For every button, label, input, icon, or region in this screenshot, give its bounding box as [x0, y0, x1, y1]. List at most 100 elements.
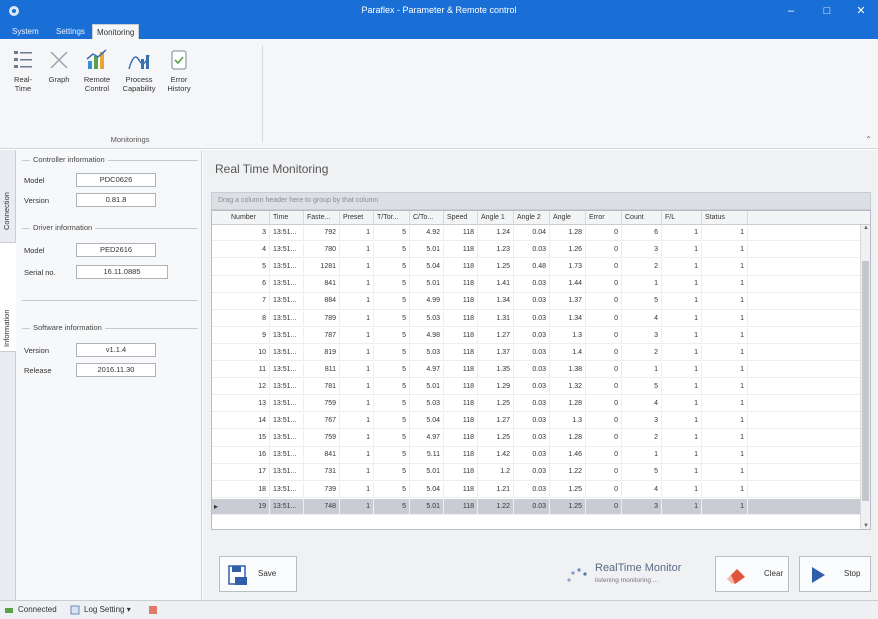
table-cell: 0.03: [514, 447, 550, 464]
tab-monitoring[interactable]: Monitoring: [92, 24, 140, 39]
table-cell: 13:51...: [270, 498, 304, 515]
minimize-button[interactable]: –: [774, 0, 808, 22]
table-cell: 19: [228, 498, 270, 515]
realtime-monitor-status: RealTime Monitor listening monitoring ..…: [563, 562, 723, 592]
tab-system[interactable]: System: [8, 24, 43, 39]
column-header[interactable]: Angle 2: [514, 211, 550, 225]
column-header[interactable]: Speed: [444, 211, 478, 225]
table-row[interactable]: 11 13:51... 811 1 5 4.97 118 1.35 0.03 1.38 0 1 1 1: [212, 361, 862, 379]
column-header[interactable]: Faste...: [304, 211, 340, 225]
software-info-group: Software information Version v1.1.4 Rele…: [22, 323, 198, 388]
side-tab-strip: Connection Information: [0, 150, 16, 600]
table-row[interactable]: 12 13:51... 781 1 5 5.01 118 1.29 0.03 1.32 0 5 1 1: [212, 378, 862, 396]
eraser-icon: [727, 569, 745, 584]
table-cell: 1: [340, 344, 374, 361]
column-header[interactable]: Error: [586, 211, 622, 225]
table-cell: 1: [340, 276, 374, 293]
column-header[interactable]: Count: [622, 211, 662, 225]
page-title: Real Time Monitoring: [215, 162, 329, 176]
table-cell: 0.03: [514, 242, 550, 259]
clear-button[interactable]: Clear: [715, 556, 789, 592]
table-cell: 1: [662, 310, 702, 327]
table-cell: 1: [662, 327, 702, 344]
realtime-label: Real-Time: [14, 75, 32, 93]
ribbon-collapse-icon[interactable]: ⌃: [865, 135, 872, 144]
table-cell: 0: [586, 293, 622, 310]
group-by-bar[interactable]: Drag a column header here to group by th…: [211, 192, 871, 210]
table-cell: 1: [662, 396, 702, 412]
process-capability-button[interactable]: Process Capability: [118, 47, 160, 93]
table-row[interactable]: 17 13:51... 731 1 5 5.01 118 1.2 0.03 1.22 0 5 1 1: [212, 464, 862, 481]
process-capability-icon: [128, 54, 150, 70]
save-button[interactable]: Save: [219, 556, 297, 592]
column-header[interactable]: Status: [702, 211, 748, 225]
table-row[interactable]: 5 13:51... 1281 1 5 5.04 118 1.25 0.48 1.73 0 2 1 1: [212, 259, 862, 276]
table-row[interactable]: 3 13:51... 792 1 5 4.92 118 1.24 0.04 1.28 0 6 1 1: [212, 225, 862, 242]
table-cell: 1: [702, 327, 748, 344]
graph-button[interactable]: Graph: [42, 47, 76, 84]
table-cell: 1: [702, 259, 748, 276]
table-cell: 841: [304, 276, 340, 293]
table-cell: 1.34: [478, 293, 514, 310]
table-cell: 13:51...: [270, 259, 304, 276]
column-header[interactable]: C/To...: [410, 211, 444, 225]
grid-vertical-scrollbar[interactable]: ▲ ▼: [860, 225, 870, 529]
table-row[interactable]: 6 13:51... 841 1 5 5.01 118 1.41 0.03 1.44 0 1 1 1: [212, 276, 862, 293]
table-row[interactable]: 7 13:51... 884 1 5 4.99 118 1.34 0.03 1.37 0 5 1 1: [212, 293, 862, 310]
table-row[interactable]: 8 13:51... 789 1 5 5.03 118 1.31 0.03 1.34 0 4 1 1: [212, 310, 862, 327]
table-cell: 1.73: [550, 259, 586, 276]
table-row[interactable]: 16 13:51... 841 1 5 5.11 118 1.42 0.03 1.46 0 1 1 1: [212, 447, 862, 464]
tab-information[interactable]: Information: [0, 242, 16, 352]
stop-label: Stop: [844, 569, 861, 578]
clear-label: Clear: [764, 569, 784, 578]
table-row[interactable]: 10 13:51... 819 1 5 5.03 118 1.37 0.03 1.4 0 2 1 1: [212, 344, 862, 362]
stop-button[interactable]: Stop: [799, 556, 871, 592]
table-cell: 792: [304, 225, 340, 241]
scroll-up-icon[interactable]: ▲: [861, 225, 870, 231]
table-cell: 5: [374, 378, 410, 395]
table-cell: 5: [374, 276, 410, 293]
realtime-button[interactable]: Real-Time: [6, 47, 40, 93]
column-header[interactable]: Angle 1: [478, 211, 514, 225]
table-row[interactable]: 4 13:51... 780 1 5 5.01 118 1.23 0.03 1.26 0 3 1 1: [212, 242, 862, 259]
table-row[interactable]: 15 13:51... 759 1 5 4.97 118 1.25 0.03 1.28 0 2 1 1: [212, 430, 862, 447]
remote-control-button[interactable]: Remote Control: [80, 47, 114, 93]
table-row[interactable]: ▸ 19 13:51... 748 1 5 5.01 118 1.22 0.03 1.25 0 3 1 1: [212, 498, 862, 515]
table-cell: 5.01: [410, 276, 444, 293]
table-cell: 1.42: [478, 447, 514, 464]
table-cell: 4.92: [410, 225, 444, 241]
scroll-down-icon[interactable]: ▼: [861, 523, 870, 529]
column-header[interactable]: F/L: [662, 211, 702, 225]
tab-connection[interactable]: Connection: [0, 158, 16, 236]
column-header[interactable]: T/Tor...: [374, 211, 410, 225]
column-header[interactable]: Preset: [340, 211, 374, 225]
table-cell: 5.03: [410, 310, 444, 327]
table-cell: 780: [304, 242, 340, 259]
table-row[interactable]: 18 13:51... 739 1 5 5.04 118 1.21 0.03 1.25 0 4 1 1: [212, 481, 862, 498]
table-cell: 1: [340, 225, 374, 241]
table-cell: 5.11: [410, 447, 444, 464]
table-cell: 1: [662, 242, 702, 259]
log-extra-icon[interactable]: [148, 605, 158, 615]
error-history-button[interactable]: Error History: [162, 47, 196, 93]
column-header[interactable]: Number: [228, 211, 270, 225]
tab-settings[interactable]: Settings: [52, 24, 89, 39]
table-row[interactable]: 9 13:51... 787 1 5 4.98 118 1.27 0.03 1.3 0 3 1 1: [212, 327, 862, 344]
controller-version-value: 0.81.8: [76, 193, 156, 207]
monitor-title: RealTime Monitor: [595, 562, 682, 574]
table-cell: 1: [662, 276, 702, 293]
table-row[interactable]: 13 13:51... 759 1 5 5.03 118 1.25 0.03 1.28 0 4 1 1: [212, 396, 862, 413]
table-cell: 13:51...: [270, 361, 304, 378]
table-cell: 1.44: [550, 276, 586, 293]
scrollbar-thumb[interactable]: [862, 261, 869, 501]
controller-model-value: PDC0626: [76, 173, 156, 187]
table-cell: 4: [622, 481, 662, 498]
table-cell: 118: [444, 293, 478, 310]
log-setting-dropdown[interactable]: Log Setting ▾: [84, 605, 131, 614]
table-cell: 118: [444, 242, 478, 259]
column-header[interactable]: Angle: [550, 211, 586, 225]
column-header[interactable]: Time: [270, 211, 304, 225]
maximize-button[interactable]: □: [810, 0, 844, 22]
close-button[interactable]: ✕: [844, 0, 878, 22]
table-row[interactable]: 14 13:51... 767 1 5 5.04 118 1.27 0.03 1.3 0 3 1 1: [212, 413, 862, 430]
